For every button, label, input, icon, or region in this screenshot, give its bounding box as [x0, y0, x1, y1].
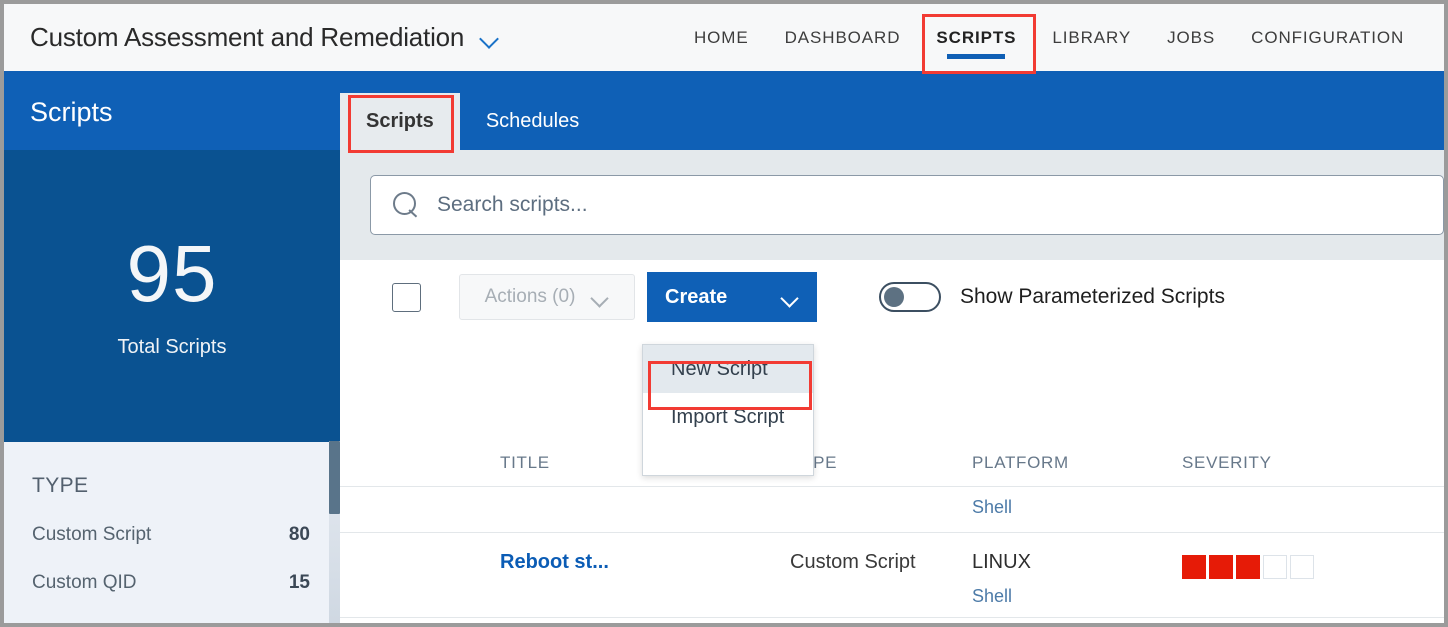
show-parameterized-scripts-toggle[interactable] — [879, 282, 941, 312]
facet-item-custom-qid[interactable]: Custom QID 15 — [32, 572, 310, 594]
table-row[interactable]: PM Pre-re... Custom Script WINDOWS Power… — [340, 618, 1444, 623]
platform-subtype: Shell — [972, 586, 1013, 606]
toggle-label: Show Parameterized Scripts — [960, 285, 1225, 308]
facet-type-section: TYPE Custom Script 80 Custom QID 15 — [4, 442, 340, 594]
severity-indicator — [1182, 497, 1352, 501]
create-label: Create — [665, 285, 728, 308]
nav-label: SCRIPTS — [936, 27, 1017, 47]
application-window: Custom Assessment and Remediation HOME D… — [4, 4, 1444, 623]
nav-item-configuration[interactable]: CONFIGURATION — [1233, 4, 1422, 71]
nav-label: DASHBOARD — [784, 27, 901, 47]
page-title: Custom Assessment and Remediation — [30, 22, 465, 52]
create-dropdown-menu: New Script Import Script — [642, 344, 814, 476]
platform-os: LINUX — [972, 551, 1031, 573]
main-navigation: HOME DASHBOARD SCRIPTS LIBRARY JOBS CONF… — [676, 4, 1422, 71]
script-title-link[interactable]: Reboot st... — [370, 551, 790, 574]
tab-label: Schedules — [485, 110, 580, 132]
search-icon — [393, 192, 419, 218]
column-header-platform[interactable]: PLATFORM — [972, 453, 1182, 473]
facet-item-count: 80 — [288, 524, 310, 545]
list-toolbar: Actions (0) Create Show Parameterized Sc… — [340, 260, 1444, 334]
search-box[interactable] — [370, 175, 1444, 235]
top-header-bar: Custom Assessment and Remediation HOME D… — [4, 4, 1444, 75]
nav-item-dashboard[interactable]: DASHBOARD — [767, 4, 919, 71]
column-header-type[interactable]: TYPE — [790, 453, 972, 473]
table-row[interactable]: Reboot st... Custom Script LINUX Shell — [340, 533, 1444, 618]
severity-box — [1263, 555, 1287, 579]
table-header-row: TITLE TYPE PLATFORM SEVERITY — [340, 439, 1444, 487]
sidebar-header: Scripts — [4, 75, 340, 150]
search-input[interactable] — [437, 193, 1337, 217]
total-scripts-kpi-card: 95 Total Scripts — [4, 150, 340, 442]
select-all-checkbox[interactable] — [392, 282, 421, 312]
active-nav-underline — [947, 54, 1006, 59]
chevron-down-icon[interactable] — [480, 32, 500, 44]
severity-box — [1209, 555, 1233, 579]
facet-item-label: Custom Script — [32, 524, 152, 545]
facet-item-label: Custom QID — [32, 572, 137, 593]
nav-label: CONFIGURATION — [1251, 27, 1405, 47]
nav-item-library[interactable]: LIBRARY — [1034, 4, 1149, 71]
column-header-severity[interactable]: SEVERITY — [1182, 453, 1352, 473]
content-tab-bar: Scripts Schedules — [340, 75, 1444, 153]
platform-subtype: Shell — [972, 497, 1013, 517]
facet-item-count: 15 — [288, 572, 310, 593]
facet-item-custom-script[interactable]: Custom Script 80 — [32, 524, 310, 546]
tab-label: Scripts — [366, 110, 434, 132]
toggle-knob — [884, 287, 904, 307]
severity-indicator — [1182, 551, 1352, 579]
scripts-table: TITLE TYPE PLATFORM SEVERITY Shell Reboo… — [340, 439, 1444, 623]
kpi-value: 95 — [126, 228, 218, 318]
script-type: Custom Script — [790, 551, 916, 573]
actions-label: Actions (0) — [484, 286, 576, 307]
tab-scripts[interactable]: Scripts — [340, 93, 460, 150]
create-dropdown-button[interactable]: Create — [647, 272, 817, 322]
table-row[interactable]: Shell — [340, 487, 1444, 533]
nav-item-jobs[interactable]: JOBS — [1149, 4, 1233, 71]
script-platform: Shell — [972, 497, 1182, 518]
chevron-down-icon — [591, 292, 609, 303]
nav-label: HOME — [694, 27, 749, 47]
tab-schedules[interactable]: Schedules — [460, 93, 605, 150]
parameterized-scripts-toggle-group[interactable]: Show Parameterized Scripts — [879, 282, 1225, 312]
sidebar-title: Scripts — [30, 97, 113, 127]
menu-item-new-script[interactable]: New Script — [643, 345, 813, 393]
script-platform: LINUX Shell — [972, 551, 1182, 607]
search-zone — [340, 150, 1444, 260]
nav-label: JOBS — [1167, 27, 1216, 47]
nav-item-home[interactable]: HOME — [676, 4, 767, 71]
facet-title: TYPE — [32, 474, 89, 497]
severity-box — [1290, 555, 1314, 579]
severity-box — [1236, 555, 1260, 579]
app-title-menu[interactable]: Custom Assessment and Remediation — [30, 22, 500, 53]
nav-label: LIBRARY — [1052, 27, 1132, 47]
left-sidebar: Scripts 95 Total Scripts TYPE Custom Scr… — [4, 75, 340, 623]
menu-item-label: Import Script — [671, 405, 785, 428]
severity-box — [1182, 555, 1206, 579]
actions-dropdown-button[interactable]: Actions (0) — [459, 274, 635, 320]
menu-item-import-script[interactable]: Import Script — [643, 393, 813, 441]
nav-item-scripts[interactable]: SCRIPTS — [918, 4, 1034, 71]
chevron-down-icon — [781, 292, 799, 303]
sidebar-scrollbar-thumb[interactable] — [329, 441, 340, 514]
menu-item-label: New Script — [671, 357, 768, 380]
kpi-label: Total Scripts — [117, 335, 227, 358]
